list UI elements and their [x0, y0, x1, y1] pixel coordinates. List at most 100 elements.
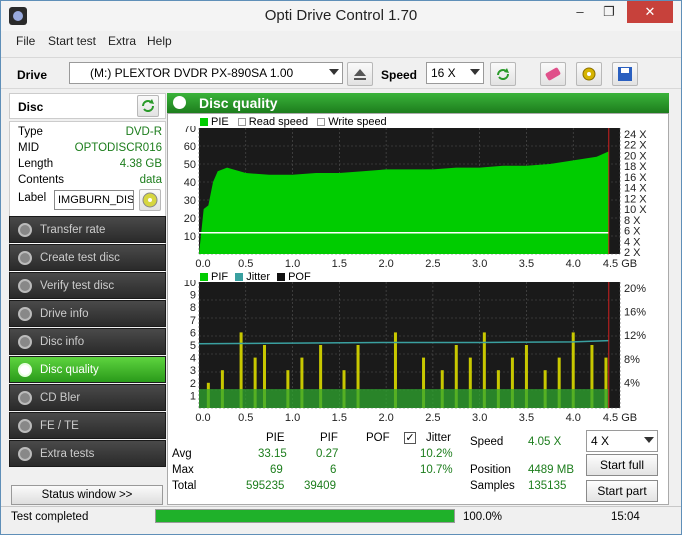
nav-disc-icon: [18, 391, 32, 405]
nav-create-test-disc[interactable]: Create test disc: [9, 244, 166, 271]
start-part-button[interactable]: Start part: [586, 480, 658, 502]
x-tick-label: 0.0: [195, 412, 210, 424]
disc-header-title: Disc: [18, 100, 44, 114]
y-left-tick-label: 40: [184, 177, 196, 189]
save-button[interactable]: [612, 62, 638, 86]
pif-jitter-chart: 0.0 0.5 1.0 1.5 2.0 2.5 3.0 3.5 4.0 4.5 GB 1098765…: [184, 280, 646, 424]
x-tick-label: 3.5: [519, 258, 534, 270]
disc-length-row: Length 4.38 GB: [18, 158, 164, 174]
menu-start-test[interactable]: Start test: [48, 34, 96, 48]
nav-disc-icon: [18, 307, 32, 321]
status-time: 15:04: [611, 511, 640, 523]
nav-label: Drive info: [40, 308, 89, 320]
menu-extra[interactable]: Extra: [108, 34, 136, 48]
disc-mid-row: MID OPTODISCR016: [18, 142, 164, 158]
nav-label: Create test disc: [40, 252, 120, 264]
disc-contents-row: Contents data: [18, 174, 164, 190]
write-speed-swatch: [317, 118, 326, 127]
x-tick-label: 0.5: [238, 412, 253, 424]
nav-disc-quality[interactable]: Disc quality: [9, 356, 166, 383]
disc-quality-icon: [173, 96, 186, 109]
disc-type-row: Type DVD-R: [18, 126, 164, 142]
drive-select[interactable]: (M:) PLEXTOR DVDR PX-890SA 1.00: [69, 62, 343, 84]
total-pie: 595235: [246, 480, 285, 492]
nav-disc-icon: [18, 419, 32, 433]
disc-length-key: Length: [18, 158, 54, 170]
disc-label-key: Label: [18, 192, 47, 204]
nav-label: Extra tests: [40, 448, 95, 460]
x-tick-label: 2.5: [425, 412, 440, 424]
disc-type-value: DVD-R: [125, 126, 162, 138]
progress-text: 100.0%: [463, 511, 503, 523]
drive-label: Drive: [17, 68, 48, 82]
y-left-tick-label: 3: [190, 365, 196, 377]
disc-mid-key: MID: [18, 142, 40, 154]
erase-button[interactable]: [540, 62, 566, 86]
nav-disc-icon: [18, 447, 32, 461]
nav-disc-icon: [18, 223, 32, 237]
jitter-checkbox[interactable]: ✓: [404, 432, 416, 444]
nav-label: FE / TE: [40, 420, 79, 432]
y-left-tick-label: 5: [190, 340, 196, 352]
y-right-tick-label: 2 X: [624, 247, 641, 259]
toolbar: Drive (M:) PLEXTOR DVDR PX-890SA 1.00 Sp…: [1, 57, 681, 89]
avg-pie: 33.15: [258, 448, 287, 460]
x-tick-label: 4.0: [566, 258, 581, 270]
nav-label: Disc info: [40, 336, 85, 348]
minimize-button[interactable]: –: [566, 1, 594, 23]
chevron-down-icon: [329, 69, 339, 75]
disc-contents-value: data: [139, 174, 162, 186]
refresh-speed-button[interactable]: [490, 62, 516, 86]
y-left-tick-label: 50: [184, 159, 196, 171]
nav-disc-info[interactable]: Disc info: [9, 328, 166, 355]
settings-button[interactable]: [576, 62, 602, 86]
read-speed-swatch: [237, 118, 246, 127]
col-header-jitter: Jitter: [426, 432, 451, 444]
test-speed-value: 4 X: [591, 434, 610, 448]
chevron-down-icon: [644, 437, 654, 443]
nav-label: CD Bler: [40, 392, 81, 404]
eject-button[interactable]: [347, 62, 373, 86]
y-left-tick-label: 9: [190, 290, 196, 302]
close-button[interactable]: ✕: [627, 1, 673, 23]
nav-cd-bler[interactable]: CD Bler: [9, 384, 166, 411]
speed-label: Speed: [381, 68, 418, 82]
y-left-tick-label: 8: [190, 302, 196, 314]
col-header-pie: PIE: [266, 432, 285, 444]
save-icon: [618, 67, 632, 81]
position-value: 4489 MB: [528, 464, 575, 476]
disc-refresh-button[interactable]: [137, 95, 159, 117]
max-pif: 6: [330, 464, 337, 476]
col-header-pif: PIF: [320, 432, 338, 444]
x-tick-label: 1.0: [285, 412, 300, 424]
nav-label: Disc quality: [40, 364, 99, 376]
x-tick-label: 3.5: [519, 412, 534, 424]
menu-help[interactable]: Help: [147, 34, 172, 48]
start-full-button[interactable]: Start full: [586, 454, 658, 476]
refresh-icon: [497, 68, 509, 80]
x-tick-label: 4.5 GB: [603, 258, 637, 270]
avg-label: Avg: [172, 448, 192, 460]
maximize-button[interactable]: ❐: [595, 1, 623, 23]
stats-area: PIE PIF POF ✓ Jitter Avg 33.15 0.27 10.2…: [168, 430, 668, 505]
nav-transfer-rate[interactable]: Transfer rate: [9, 216, 166, 243]
status-window-button[interactable]: Status window >>: [11, 485, 163, 505]
menu-file[interactable]: File: [16, 34, 35, 48]
disc-label-field[interactable]: IMGBURN_DIS: [54, 190, 134, 210]
nav-verify-test-disc[interactable]: Verify test disc: [9, 272, 166, 299]
y-left-tick-label: 30: [184, 195, 196, 207]
progress-bar: [155, 509, 455, 523]
nav-drive-info[interactable]: Drive info: [9, 300, 166, 327]
eject-icon: [354, 69, 366, 80]
menu-bar: File Start test Extra Help: [1, 32, 681, 52]
nav-extra-tests[interactable]: Extra tests: [9, 440, 166, 467]
speed-select[interactable]: 16 X: [426, 62, 484, 84]
gear-icon: [582, 67, 596, 81]
test-speed-select[interactable]: 4 X: [586, 430, 658, 452]
nav-fe-te[interactable]: FE / TE: [9, 412, 166, 439]
disc-label-button[interactable]: [139, 189, 161, 211]
avg-jitter: 10.2%: [420, 448, 453, 460]
y-right-tick-label: 8%: [624, 354, 640, 366]
avg-pif: 0.27: [316, 448, 339, 460]
samples-label: Samples: [470, 480, 515, 492]
